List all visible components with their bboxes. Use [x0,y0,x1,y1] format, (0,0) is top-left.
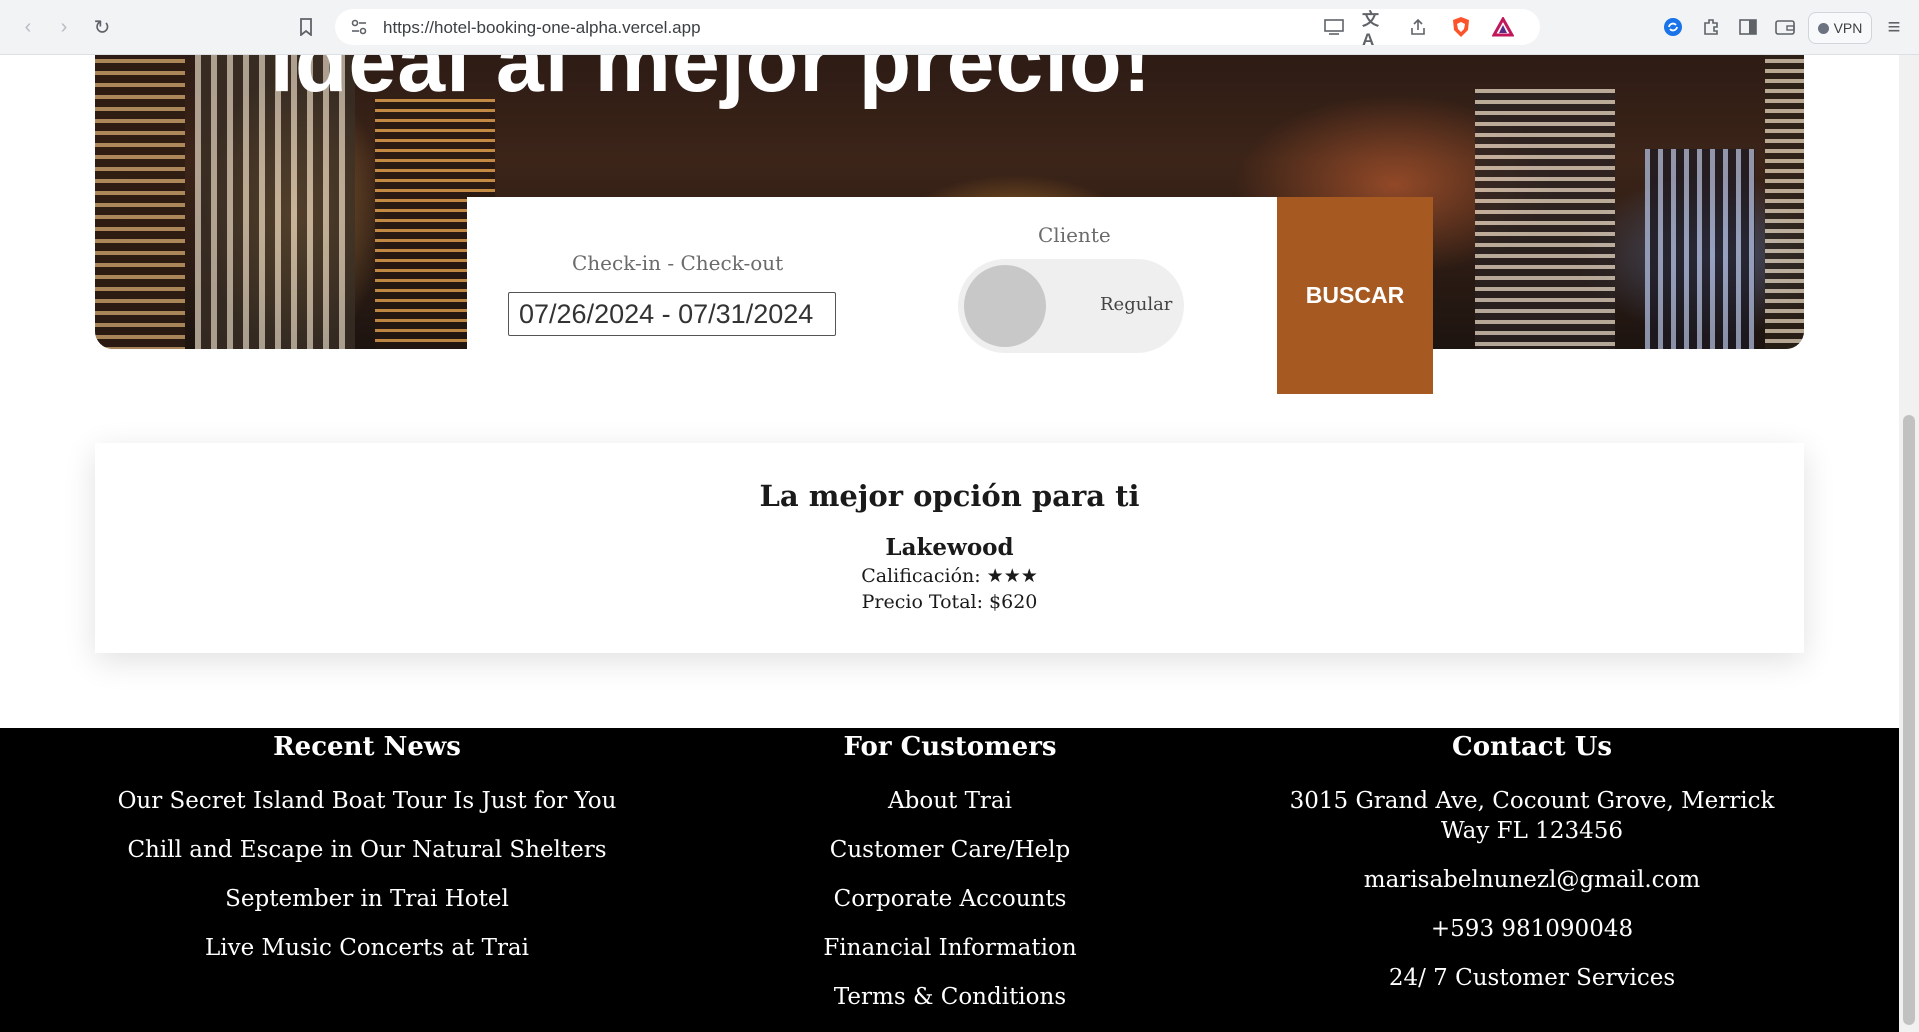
vpn-label: VPN [1833,20,1863,36]
contact-email[interactable]: marisabelnunezl@gmail.com [1242,865,1822,895]
dates-label: Check-in - Check-out [572,251,784,275]
contact-phone[interactable]: +593 981090048 [1242,914,1822,944]
toggle-knob [964,265,1046,347]
client-type-label: Regular [1100,294,1173,315]
vpn-status-icon [1817,22,1829,34]
skyline-decoration [1475,89,1615,349]
contact-service-hours: 24/ 7 Customer Services [1388,965,1676,991]
translate-icon[interactable]: 文A [1362,10,1390,49]
page-scrollbar[interactable] [1899,55,1919,1032]
search-form: Check-in - Check-out Cliente Regular [467,197,1277,394]
news-link[interactable]: Our Secret Island Boat Tour Is Just for … [77,786,657,816]
share-icon[interactable] [1404,13,1432,41]
sync-icon[interactable] [1659,13,1687,41]
customer-link[interactable]: Corporate Accounts [660,884,1240,914]
footer-contact-title: Contact Us [1452,732,1612,762]
url-text: https://hotel-booking-one-alpha.vercel.a… [383,18,701,37]
best-option-title: La mejor opción para ti [759,479,1140,513]
contact-address: 3015 Grand Ave, Cocount Grove, Merrick W… [1289,788,1775,844]
best-option-card: La mejor opción para ti Lakewood Calific… [95,443,1804,653]
page-viewport: ideal al mejor precio! Check-in - Check-… [0,55,1899,1032]
browser-toolbar: ‹ › ↻ https://hotel-booking-one-alpha.ve… [0,0,1919,55]
site-footer: Recent News Our Secret Island Boat Tour … [0,728,1899,1032]
footer-customers-title: For Customers [843,732,1057,762]
hero-title: ideal al mejor precio! [270,55,1153,110]
vpn-button[interactable]: VPN [1808,12,1872,44]
skyline-decoration [95,59,185,349]
forward-icon[interactable]: › [50,13,78,41]
client-label: Cliente [1038,223,1111,247]
footer-news-title: Recent News [273,732,461,762]
news-link[interactable]: Chill and Escape in Our Natural Shelters [77,835,657,865]
cast-icon[interactable] [1320,13,1348,41]
hotel-total-price: Precio Total: $620 [861,591,1038,613]
customer-link[interactable]: Financial Information [660,933,1240,963]
news-link[interactable]: September in Trai Hotel [77,884,657,914]
skyline-decoration [1765,55,1804,349]
wallet-icon[interactable] [1771,13,1799,41]
reload-icon[interactable]: ↻ [88,13,116,41]
address-bar[interactable]: https://hotel-booking-one-alpha.vercel.a… [335,9,1540,49]
bookmark-icon[interactable] [292,13,320,41]
date-range-input[interactable] [508,292,836,336]
hotel-rating: Calificación: ★★★ [861,565,1038,587]
customer-link[interactable]: Terms & Conditions [660,982,1240,1012]
back-icon[interactable]: ‹ [14,13,42,41]
menu-icon[interactable]: ≡ [1880,13,1908,41]
sidebar-icon[interactable] [1734,13,1762,41]
extensions-icon[interactable] [1697,13,1725,41]
scrollbar-thumb[interactable] [1903,415,1915,1025]
brave-rewards-icon[interactable] [1489,13,1517,41]
skyline-decoration [1645,149,1755,349]
hotel-name: Lakewood [885,534,1014,561]
news-link[interactable]: Live Music Concerts at Trai [77,933,657,963]
brave-shield-icon[interactable] [1447,13,1475,41]
customer-link[interactable]: Customer Care/Help [660,835,1240,865]
client-type-toggle[interactable]: Regular [958,259,1184,353]
search-button[interactable]: BUSCAR [1277,197,1433,394]
site-settings-icon[interactable] [345,13,373,41]
customer-link[interactable]: About Trai [660,786,1240,816]
